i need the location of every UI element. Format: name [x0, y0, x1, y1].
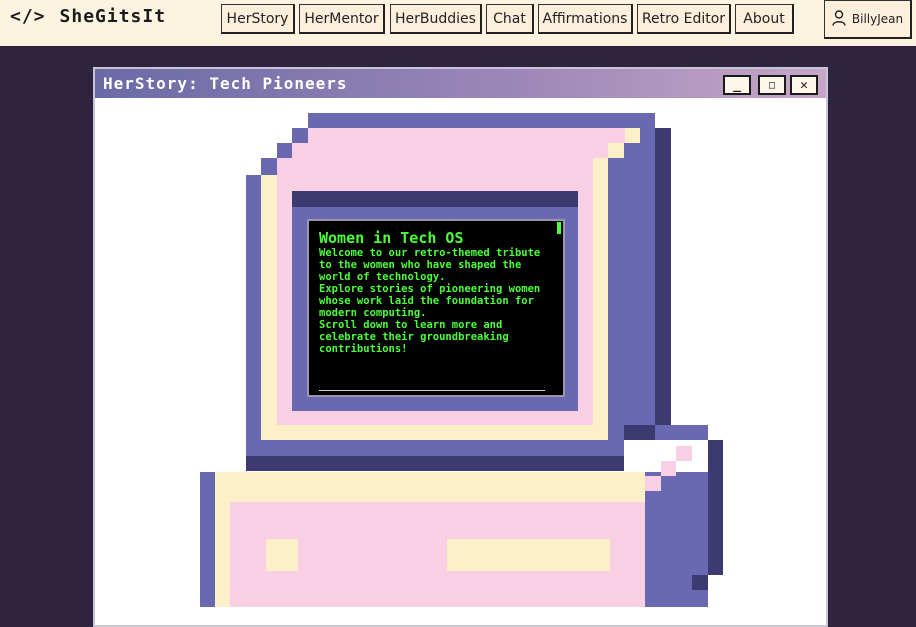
- screen-paragraph: Explore stories of pioneering women whos…: [319, 283, 541, 319]
- screen-paragraph: Welcome to our retro-themed tribute to t…: [319, 247, 541, 283]
- blinking-cursor: [557, 222, 561, 234]
- screen-paragraph: Scroll down to learn more and celebrate …: [319, 319, 509, 355]
- screen-title: Women in Tech OS: [319, 229, 464, 247]
- screen-scroll-indicator[interactable]: [319, 390, 545, 391]
- terminal-screen: Women in Tech OS Welcome to our retro-th…: [319, 229, 551, 355]
